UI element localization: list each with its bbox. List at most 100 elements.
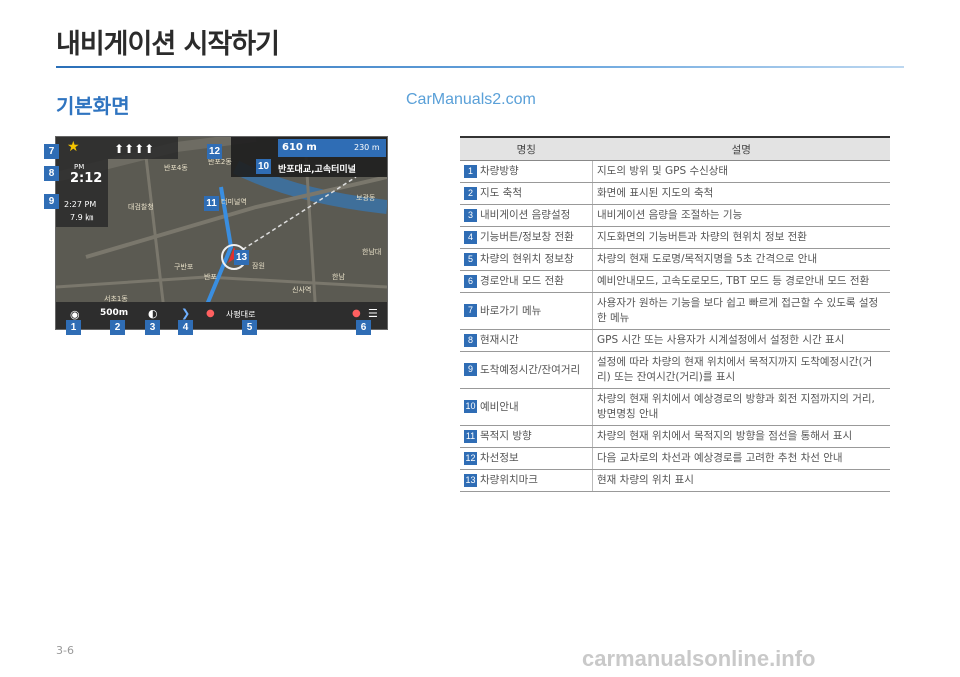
map-scale[interactable]: 500m (100, 308, 128, 318)
road-name: 사평대로 (226, 310, 256, 319)
favorite-star-icon[interactable]: ★ (67, 139, 80, 155)
row-number: 7 (464, 304, 477, 317)
table-row: 2 지도 축척 화면에 표시된 지도의 축척 (460, 182, 890, 205)
map-label: 서초1동 (104, 295, 128, 303)
column-header-desc: 설명 (592, 136, 890, 161)
menu-icon[interactable]: ☰ (368, 307, 378, 320)
title-rule (56, 66, 904, 68)
row-desc: 지도화면의 기능버튼과 차량의 현위치 정보 전환 (592, 226, 890, 249)
table-row: 13 차량위치마크 현재 차량의 위치 표시 (460, 469, 890, 492)
callout-badge: 3 (145, 320, 160, 335)
table-row: 11 목적지 방향 차량의 현재 위치에서 목적지의 방향을 점선을 통해서 표시 (460, 425, 890, 448)
row-number: 12 (464, 451, 477, 465)
table-row: 5 차량의 현위치 정보창 차량의 현재 도로명/목적지명을 5초 간격으로 안내 (460, 248, 890, 271)
next-distance: 230 m (354, 143, 380, 152)
row-desc: GPS 시간 또는 사용자가 시계설정에서 설정한 시간 표시 (592, 329, 890, 352)
row-number: 2 (464, 186, 477, 200)
table-row: 1 차량방향 지도의 방위 및 GPS 수신상태 (460, 160, 890, 183)
row-number: 10 (464, 400, 477, 413)
watermark-top: CarManuals2.com (406, 91, 536, 108)
guide-name: 반포대교,고속터미널 (278, 165, 356, 175)
column-header-name: 명칭 (460, 136, 593, 161)
map-label: 신사역 (292, 286, 312, 294)
row-name: 경로안내 모드 전환 (480, 275, 564, 287)
section-title: 기본화면 (56, 94, 130, 118)
callout-badge: 7 (44, 144, 59, 159)
callout-badge: 9 (44, 194, 59, 209)
row-number: 13 (464, 473, 477, 487)
map-label: 구반포 (174, 263, 194, 271)
location-pin-icon: ● (352, 308, 361, 319)
turn-distance: 610 m (282, 142, 317, 153)
row-name: 기능버튼/정보창 전환 (480, 231, 574, 243)
row-name: 차량의 현위치 정보창 (480, 253, 574, 265)
description-table: 명칭 설명 1 차량방향 지도의 방위 및 GPS 수신상태 2 지도 축척 화면에 표… (460, 136, 890, 492)
row-name: 내비게이션 음량설정 (480, 209, 571, 221)
row-name: 예비안내 (480, 400, 519, 413)
remaining-distance: 7.9 ㎞ (70, 213, 94, 222)
callout-badge: 5 (242, 320, 257, 335)
map-label: 대검찰청 (128, 203, 154, 211)
volume-icon[interactable]: ◐ (148, 307, 158, 320)
time-pm: PM (74, 163, 85, 171)
page-number: 3-6 (56, 644, 74, 657)
callout-badge: 6 (356, 320, 371, 335)
row-number: 5 (464, 252, 477, 266)
page-title: 내비게이션 시작하기 (56, 29, 280, 60)
arrival-time: 2:27 PM (64, 200, 97, 209)
row-name: 차량위치마크 (480, 474, 538, 486)
row-number: 1 (464, 164, 477, 178)
navigation-map-screenshot: ★ ⬆⬆⬆⬆ PM 2:12 2:27 PM 7.9 ㎞ 610 m 230 m… (55, 136, 388, 330)
row-number: 11 (464, 429, 477, 443)
current-time: 2:12 (70, 171, 103, 186)
row-desc: 차량의 현재 위치에서 목적지의 방향을 점선을 통해서 표시 (592, 425, 890, 448)
callout-badge: 13 (234, 250, 249, 265)
row-name: 차량방향 (480, 165, 519, 177)
row-desc: 사용자가 원하는 기능을 보다 쉽고 빠르게 접근할 수 있도록 설정한 메뉴 (592, 292, 890, 330)
row-desc: 화면에 표시된 지도의 축척 (592, 182, 890, 205)
watermark-bottom: carmanualsonline.info (582, 646, 816, 671)
location-pin-icon: ● (206, 308, 215, 319)
row-number: 4 (464, 230, 477, 244)
table-row: 10 예비안내 차량의 현재 위치에서 예상경로의 방향과 회전 지점까지의 거리,… (460, 388, 890, 426)
map-label: 잠원 (252, 262, 265, 270)
row-name: 지도 축척 (480, 187, 522, 199)
callout-badge: 2 (110, 320, 125, 335)
callout-badge: 1 (66, 320, 81, 335)
table-row: 3 내비게이션 음량설정 내비게이션 음량을 조절하는 기능 (460, 204, 890, 227)
chevron-right-icon[interactable]: ❯ (181, 307, 190, 320)
map-label: 반포4동 (164, 164, 188, 172)
row-name: 현재시간 (480, 334, 519, 346)
table-header-row: 명칭 설명 (460, 136, 890, 161)
row-name: 차선정보 (480, 452, 519, 464)
callout-badge: 10 (256, 159, 271, 174)
callout-badge: 8 (44, 166, 59, 181)
row-name: 바로가기 메뉴 (480, 304, 542, 317)
row-desc: 지도의 방위 및 GPS 수신상태 (592, 160, 890, 183)
map-label: 한남 (332, 273, 345, 281)
row-number: 3 (464, 208, 477, 222)
map-label: 터미널역 (221, 198, 247, 206)
table-row: 8 현재시간 GPS 시간 또는 사용자가 시계설정에서 설정한 시간 표시 (460, 329, 890, 352)
table-row: 9 도착예정시간/잔여거리 설정에 따라 차량의 현재 위치에서 목적지까지 도착예… (460, 351, 890, 389)
callout-badge: 12 (207, 144, 222, 159)
table-row: 4 기능버튼/정보창 전환 지도화면의 기능버튼과 차량의 현위치 정보 전환 (460, 226, 890, 249)
map-label: 한남대 (362, 248, 382, 256)
map-label: 반포 (204, 273, 217, 281)
table-row: 7 바로가기 메뉴 사용자가 원하는 기능을 보다 쉽고 빠르게 접근할 수 있도록… (460, 292, 890, 330)
row-desc: 예비안내모드, 고속도로모드, TBT 모드 등 경로안내 모드 전환 (592, 270, 890, 293)
map-label: 보광동 (356, 194, 376, 202)
row-number: 8 (464, 333, 477, 347)
row-desc: 차량의 현재 위치에서 예상경로의 방향과 회전 지점까지의 거리, 방면명칭 … (592, 388, 890, 426)
row-number: 9 (464, 363, 477, 376)
row-desc: 다음 교차로의 차선과 예상경로를 고려한 추천 차선 안내 (592, 447, 890, 470)
callout-badge: 11 (204, 196, 219, 211)
row-desc: 현재 차량의 위치 표시 (592, 469, 890, 492)
row-number: 6 (464, 274, 477, 288)
row-desc: 차량의 현재 도로명/목적지명을 5초 간격으로 안내 (592, 248, 890, 271)
callout-badge: 4 (178, 320, 193, 335)
table-row: 12 차선정보 다음 교차로의 차선과 예상경로를 고려한 추천 차선 안내 (460, 447, 890, 470)
row-desc: 내비게이션 음량을 조절하는 기능 (592, 204, 890, 227)
row-name: 도착예정시간/잔여거리 (480, 363, 581, 376)
table-row: 6 경로안내 모드 전환 예비안내모드, 고속도로모드, TBT 모드 등 경로안내… (460, 270, 890, 293)
